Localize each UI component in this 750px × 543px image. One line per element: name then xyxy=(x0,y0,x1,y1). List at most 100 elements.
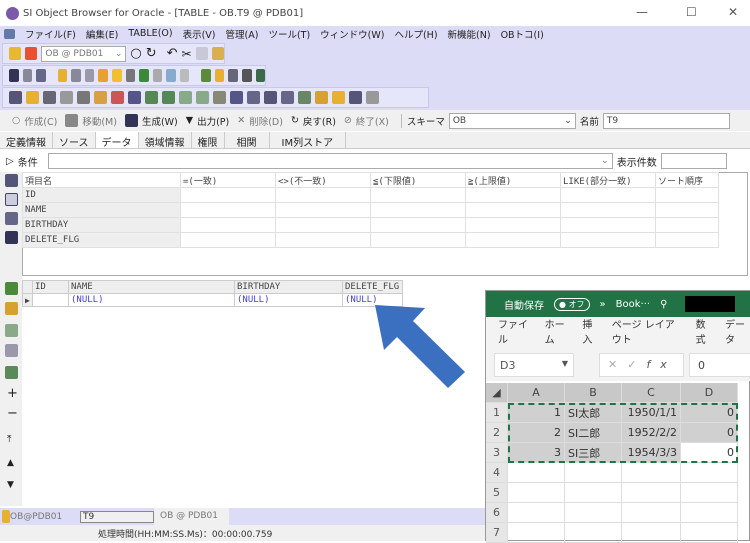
sql2-icon[interactable] xyxy=(228,69,238,82)
menu-tools[interactable]: ツール(T) xyxy=(268,27,310,41)
menu-obtoko[interactable]: OBトコ(I) xyxy=(501,27,544,41)
row-pointer-icon[interactable]: ▶ xyxy=(22,293,33,307)
cell[interactable] xyxy=(275,187,371,203)
import-icon[interactable] xyxy=(5,324,18,337)
col-header[interactable]: BIRTHDAY xyxy=(234,280,343,294)
sql-icon[interactable] xyxy=(9,69,19,82)
cycle-icon[interactable] xyxy=(315,91,328,104)
clock-icon[interactable] xyxy=(179,69,190,82)
ribbon-file[interactable]: ファイル xyxy=(498,316,533,346)
cell[interactable] xyxy=(465,187,561,203)
cell[interactable] xyxy=(681,503,738,523)
cell[interactable] xyxy=(508,483,565,503)
row-header[interactable]: 5 xyxy=(486,483,508,503)
move-button[interactable]: 移動(M) xyxy=(82,114,117,128)
copy-icon[interactable] xyxy=(195,47,208,60)
func-icon[interactable] xyxy=(128,91,141,104)
cell[interactable]: 2 xyxy=(508,423,565,443)
type-icon[interactable] xyxy=(247,91,260,104)
table-type-icon[interactable] xyxy=(9,91,22,104)
formula-buttons[interactable]: ✕✓fx xyxy=(599,353,684,377)
row-header[interactable]: 1 xyxy=(486,403,508,423)
cell[interactable] xyxy=(275,202,371,218)
cell[interactable] xyxy=(370,187,466,203)
key-icon[interactable] xyxy=(26,91,39,104)
export-icon[interactable] xyxy=(255,69,266,82)
maximize-button[interactable]: ☐ xyxy=(686,5,697,19)
first-icon[interactable]: ⤒ xyxy=(7,434,11,445)
table-icon[interactable] xyxy=(139,69,149,82)
sql-icon[interactable] xyxy=(5,231,18,244)
cell[interactable] xyxy=(508,523,565,543)
user-icon[interactable] xyxy=(57,69,68,82)
tree-icon[interactable] xyxy=(179,91,192,104)
minimize-button[interactable]: — xyxy=(636,5,648,19)
lock-icon[interactable] xyxy=(98,69,108,82)
cell[interactable] xyxy=(655,202,719,218)
ribbon-layout[interactable]: ページ レイアウト xyxy=(612,316,684,346)
paste-icon[interactable] xyxy=(211,47,224,60)
disconnect-icon[interactable] xyxy=(25,47,38,60)
cell[interactable] xyxy=(681,463,738,483)
tab-im-column-store[interactable]: IM列ストア xyxy=(270,132,347,149)
col-header[interactable]: DELETE_FLG xyxy=(342,280,403,294)
cell[interactable] xyxy=(370,232,466,248)
cell[interactable] xyxy=(622,503,681,523)
other-icon[interactable] xyxy=(366,91,379,104)
recycle-icon[interactable] xyxy=(166,69,176,82)
excel-export-icon[interactable] xyxy=(5,366,18,379)
copy-rows-icon[interactable] xyxy=(5,344,18,357)
grid-icon[interactable] xyxy=(5,174,18,187)
cell[interactable] xyxy=(465,232,561,248)
refresh-icon[interactable]: ↻ xyxy=(146,46,157,61)
col-header[interactable]: NAME xyxy=(68,280,235,294)
eraser-icon[interactable] xyxy=(5,212,18,225)
next-icon[interactable]: ▼ xyxy=(7,480,14,490)
queue-icon[interactable] xyxy=(281,91,294,104)
comment-icon[interactable] xyxy=(242,69,252,82)
cell[interactable] xyxy=(180,187,276,203)
cell[interactable] xyxy=(565,523,622,543)
row-header[interactable]: 7 xyxy=(486,523,508,543)
cell[interactable] xyxy=(180,202,276,218)
remove-row-icon[interactable]: − xyxy=(7,406,18,421)
menu-file[interactable]: ファイル(F) xyxy=(25,27,76,41)
cell[interactable]: SI三郎 xyxy=(565,443,622,463)
job-icon[interactable] xyxy=(298,91,311,104)
server-icon[interactable] xyxy=(84,69,95,82)
delete-button[interactable]: 削除(D) xyxy=(249,114,283,128)
cell[interactable] xyxy=(622,523,681,543)
cell[interactable] xyxy=(32,293,69,307)
bottom-tab-connection[interactable]: OB@PDB01 xyxy=(10,512,80,522)
compile-icon[interactable] xyxy=(201,69,211,82)
cell[interactable] xyxy=(508,503,565,523)
prev-icon[interactable]: ▲ xyxy=(7,458,14,468)
cut-icon[interactable]: ✂ xyxy=(182,47,192,61)
dir-icon[interactable] xyxy=(349,91,362,104)
tab-data[interactable]: データ xyxy=(95,132,139,149)
expand-icon[interactable]: ▷ xyxy=(6,156,14,167)
connection-select[interactable]: OB @ PDB01 ⌄ xyxy=(41,45,127,62)
col-header[interactable]: ID xyxy=(32,280,69,294)
cell[interactable] xyxy=(370,202,466,218)
revert-button[interactable]: 戻す(R) xyxy=(303,114,336,128)
more-icon[interactable]: » xyxy=(600,299,606,310)
finish-button[interactable]: 終了(X) xyxy=(356,114,389,128)
formula-input[interactable]: 0 xyxy=(689,353,750,377)
cell[interactable] xyxy=(560,217,656,233)
menu-window[interactable]: ウィンドウ(W) xyxy=(320,27,384,41)
edit-icon[interactable] xyxy=(5,282,18,295)
row-header[interactable]: 3 xyxy=(486,443,508,463)
bottom-tab-t9[interactable]: T9 xyxy=(80,510,154,523)
column-header[interactable]: B xyxy=(565,383,622,403)
cell[interactable]: 1 xyxy=(508,403,565,423)
menu-edit[interactable]: 編集(E) xyxy=(86,27,118,41)
files-icon[interactable] xyxy=(152,69,163,82)
cell[interactable]: (NULL) xyxy=(234,293,343,307)
column-header[interactable]: C xyxy=(622,383,681,403)
tree2-icon[interactable] xyxy=(196,91,209,104)
ribbon-insert[interactable]: 挿入 xyxy=(582,316,599,346)
ribbon-formulas[interactable]: 数式 xyxy=(696,316,713,346)
cell[interactable] xyxy=(565,483,622,503)
cell[interactable] xyxy=(655,217,719,233)
